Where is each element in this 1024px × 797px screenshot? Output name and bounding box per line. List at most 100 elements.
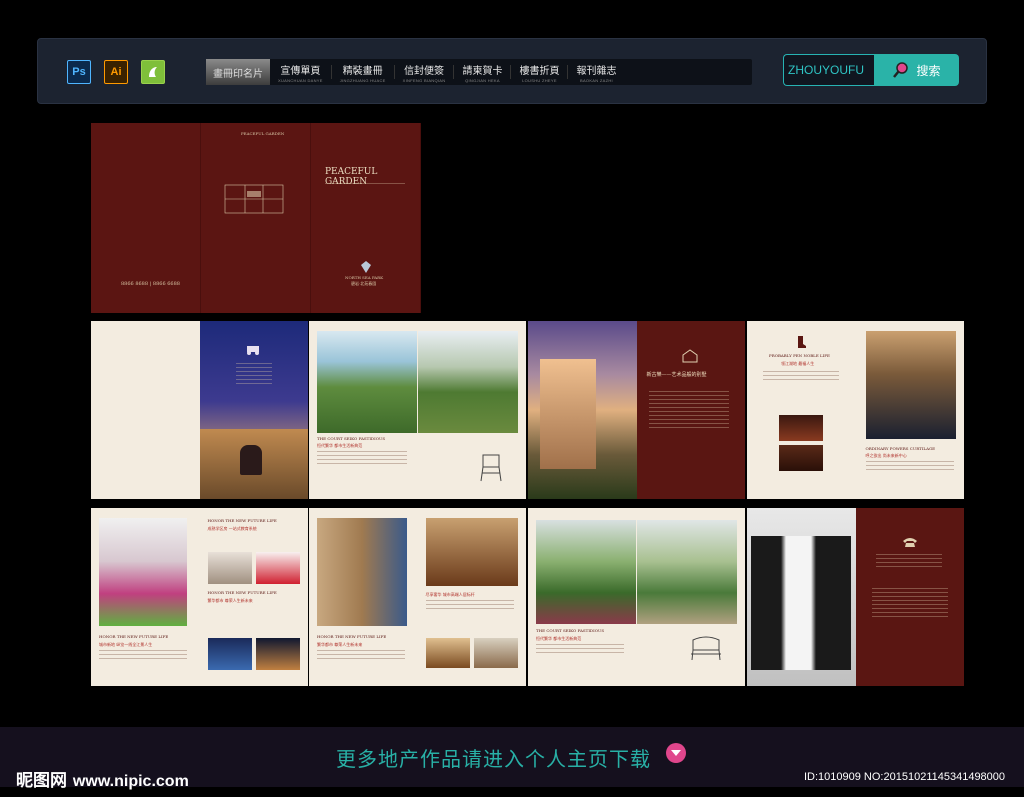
cover-small-title: PEACEFUL GARDEN	[240, 131, 285, 136]
nav-label: 請柬賀卡	[462, 65, 503, 77]
cover-map-page: PEACEFUL GARDEN	[201, 123, 311, 313]
honor-subtitle: 城市新地 纵览一线全江景人生	[99, 642, 153, 647]
text-block	[317, 451, 407, 467]
spread-night-couple[interactable]	[91, 321, 308, 499]
spread-craftsman[interactable]: HONOR THE NEW FUTURE LIFE 繁华都市 尊荣人生新未来 尽…	[309, 508, 526, 686]
court-title: THE COURT SEIKO FASTIDIOUS	[317, 436, 386, 441]
villa-photo-page	[528, 321, 637, 499]
text-block	[648, 391, 729, 431]
location-map	[224, 184, 284, 214]
garden-right-page	[417, 321, 526, 499]
dining-photo-1	[425, 638, 470, 668]
couple-figure	[239, 445, 262, 475]
noble-life-page: PROBABLY PEN NOBLE LIFE 领江湖地 最福人生	[747, 321, 856, 499]
spread-landscape[interactable]: THE COURT SEIKO FASTIDIOUS 恒代繁华 都市生活新典范	[528, 508, 745, 686]
honor-title: HONOR THE NEW FUTURE LIFE	[317, 634, 387, 639]
category-nav: 畫冊印名片 宣傳單頁 XUANCHUAN DANYE 精裝畫冊 JINGZHUA…	[206, 59, 752, 85]
cover-brand-cn: 碧岩·北苑春園	[350, 281, 377, 286]
top-toolbar: Ps Ai 畫冊印名片 宣傳單頁 XUANCHUAN DANYE 精裝畫冊 JI…	[37, 38, 987, 104]
nav-sublabel: XINFENG BIANQIAN	[402, 77, 446, 83]
cover-phone: 8866 8688 | 8866 6688	[121, 281, 180, 287]
garden-path-photo	[636, 520, 737, 624]
court-subtitle: 恒代繁华 都市生活新典范	[536, 636, 582, 641]
text-block	[871, 588, 948, 620]
couple-formal-photo	[865, 331, 956, 439]
art-villa-title: 新古樂——艺术品般的别墅	[646, 372, 707, 378]
nav-sublabel: XUANCHUAN DANYE	[278, 77, 323, 83]
nav-item-hardcover-album[interactable]: 精裝畫冊 JINGZHUANG HUACE	[332, 59, 394, 85]
watermark-logo: 昵图网 www.nipic.com	[16, 766, 189, 791]
dining-photo-2	[473, 638, 518, 668]
text-block	[875, 554, 942, 570]
spread-noble-life[interactable]: PROBABLY PEN NOBLE LIFE 领江湖地 最福人生 ORDINA…	[747, 321, 964, 499]
honor-subtitle: 成熟学区房 一站式教育系统	[207, 526, 257, 531]
text-block	[235, 363, 272, 387]
garden-family-photo	[317, 331, 417, 433]
honor-title: HONOR THE NEW FUTURE LIFE	[207, 590, 277, 595]
spread-art-villa[interactable]: 新古樂——艺术品般的别墅	[528, 321, 745, 499]
honor-subtitle: 繁华都市 尊荣人生新未来	[207, 598, 253, 603]
cover-subtext	[324, 183, 405, 187]
nav-item-magazine[interactable]: 報刊雜志 BAOKAN ZAZHI	[568, 59, 624, 85]
couple-page: ORDINARY POWERS CURTILAGE 呼之欲出 尚未来新中心	[855, 321, 964, 499]
photoshop-icon[interactable]: Ps	[67, 60, 91, 84]
art-villa-page: 新古樂——艺术品般的别墅	[636, 321, 745, 499]
search-input[interactable]: ZHOUYOUFU	[783, 54, 875, 86]
building-logo-icon	[682, 349, 697, 363]
cover-brand: NORTH SEA PARK	[344, 275, 384, 280]
nav-sublabel: QINGJIAN HEKA	[465, 77, 500, 83]
cigar-photo	[779, 445, 823, 471]
noble-subtitle: 领江湖地 最福人生	[781, 361, 815, 366]
nav-item-flyer[interactable]: 宣傳單頁 XUANCHUAN DANYE	[270, 59, 331, 85]
shopping-woman-photo	[99, 518, 187, 626]
search-icon	[893, 62, 909, 78]
nav-item-fold-page[interactable]: 樓書折頁 LOUSHU ZHEYE	[511, 59, 567, 85]
nav-sublabel: JINGZHUANG HUACE	[339, 77, 386, 83]
craftsman-page: HONOR THE NEW FUTURE LIFE 繁华都市 尊荣人生新未来	[309, 508, 418, 686]
honor-title: HONOR THE NEW FUTURE LIFE	[207, 518, 277, 523]
search-button-label: 搜索	[916, 63, 941, 78]
nav-label: 報刊雜志	[576, 65, 617, 77]
spread-garden-family[interactable]: THE COURT SEIKO FASTIDIOUS 恒代繁华 都市生活新典范	[309, 321, 526, 499]
text-block	[425, 600, 514, 612]
chevron-down-icon[interactable]	[666, 743, 686, 763]
spread-shopping[interactable]: HONOR THE NEW FUTURE LIFE 城市新地 纵览一线全江景人生…	[91, 508, 308, 686]
luxury-subtitle: 尽享奢华 城市高端人居标杆	[425, 592, 475, 597]
nav-sublabel: BAOKAN ZAZHI	[579, 77, 613, 83]
search-button[interactable]: 搜索	[874, 54, 959, 86]
bench-sketch-icon	[690, 636, 721, 661]
coreldraw-icon[interactable]	[141, 60, 165, 84]
telephone-page	[855, 508, 964, 686]
garden-page: THE COURT SEIKO FASTIDIOUS 恒代繁华 都市生活新典范	[309, 321, 418, 499]
court-subtitle: 恒代繁华 都市生活新典范	[317, 443, 363, 448]
interior-page: 尽享奢华 城市高端人居标杆	[417, 508, 526, 686]
logo-url: www.nipic.com	[72, 773, 189, 790]
nav-label: 信封便簽	[404, 65, 445, 77]
security-photo-page	[747, 508, 856, 686]
text-block	[99, 650, 187, 662]
telephone-logo-icon	[902, 538, 917, 547]
nav-label: 精裝畫冊	[342, 65, 383, 77]
blank-page	[91, 321, 200, 499]
spread-security[interactable]	[747, 508, 964, 686]
brochure-cover-spread[interactable]: 8866 8688 | 8866 6688 PEACEFUL GARDEN PE…	[91, 123, 421, 313]
noble-title: PROBABLY PEN NOBLE LIFE	[769, 353, 830, 358]
honor-subtitle: 繁华都市 尊荣人生新未来	[317, 642, 363, 647]
brand-emblem-icon	[360, 261, 371, 273]
craftsman-photo	[317, 518, 407, 626]
logo-cn: 昵图网	[16, 771, 67, 791]
illustrator-icon[interactable]: Ai	[104, 60, 128, 84]
nav-sublabel: LOUSHU ZHEYE	[522, 77, 557, 83]
nav-item-envelope[interactable]: 信封便簽 XINFENG BIANQIAN	[395, 59, 454, 85]
ordinary-title: ORDINARY POWERS CURTILAGE	[865, 446, 936, 451]
landscape-right-page	[636, 508, 745, 686]
shopping-page: HONOR THE NEW FUTURE LIFE 城市新地 纵览一线全江景人生	[91, 508, 200, 686]
landscape-left-page: THE COURT SEIKO FASTIDIOUS 恒代繁华 都市生活新典范	[528, 508, 637, 686]
download-cta[interactable]: 更多地产作品请进入个人主页下载	[336, 743, 651, 772]
nav-item-brochure-print[interactable]: 畫冊印名片	[206, 59, 270, 85]
nav-item-invitation[interactable]: 請柬賀卡 QINGJIAN HEKA	[454, 59, 510, 85]
nav-label: 宣傳單頁	[280, 65, 321, 77]
ordinary-subtitle: 呼之欲出 尚未来新中心	[865, 453, 907, 458]
city-night-photo-1	[207, 638, 252, 670]
chair-sketch-icon	[480, 454, 501, 482]
